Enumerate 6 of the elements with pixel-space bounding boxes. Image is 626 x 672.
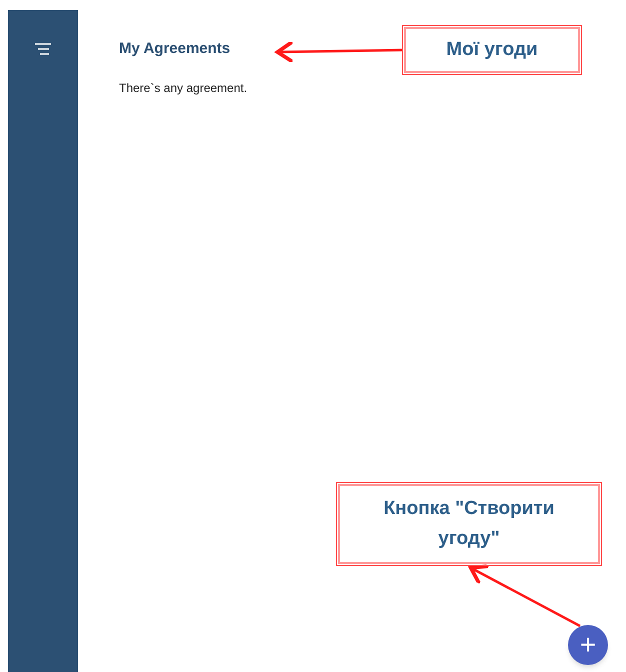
page-title: My Agreements [119, 39, 232, 59]
empty-message: There`s any agreement. [119, 80, 248, 96]
menu-icon[interactable] [35, 43, 51, 55]
annotation-callout: Кнопка "Створити угоду" [338, 484, 600, 564]
annotation-callout: Мої угоди [404, 27, 580, 73]
add-button[interactable]: + [568, 625, 608, 665]
